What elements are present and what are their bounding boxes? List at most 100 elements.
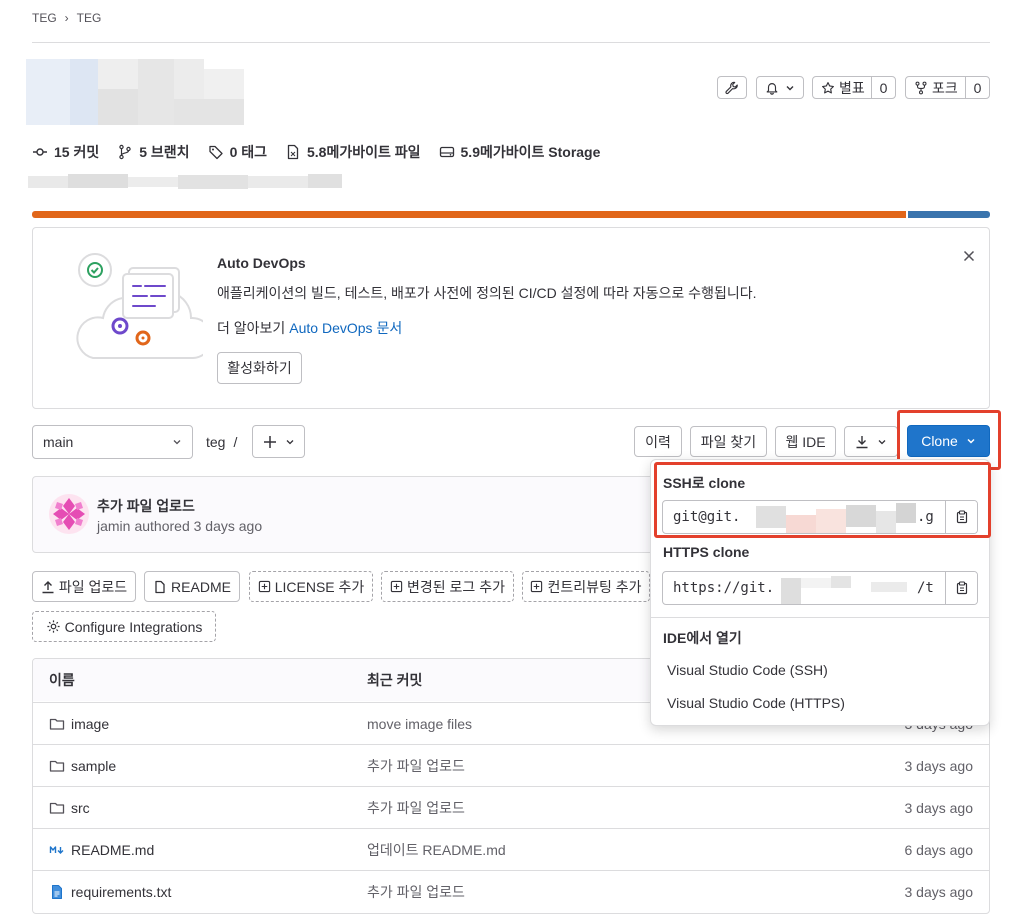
commit-title[interactable]: 추가 파일 업로드	[97, 496, 195, 516]
file-name[interactable]: sample	[71, 758, 116, 774]
table-row[interactable]: README.md 업데이트 README.md 6 days ago	[33, 828, 989, 870]
close-banner-button[interactable]	[961, 248, 977, 264]
commit-author[interactable]: jamin	[97, 518, 130, 534]
table-row[interactable]: requirements.txt 추가 파일 업로드 3 days ago	[33, 870, 989, 912]
branches-stat[interactable]: 5 브랜치	[117, 142, 190, 162]
ssh-url-start: git@git.	[673, 509, 741, 525]
commit-time: authored 3 days ago	[134, 518, 263, 534]
open-vscode-ssh[interactable]: Visual Studio Code (SSH)	[667, 662, 828, 678]
tag-icon	[208, 144, 224, 160]
tags-stat[interactable]: 0 태그	[208, 142, 267, 162]
copy-ssh-button[interactable]	[945, 501, 977, 533]
file-icon	[285, 144, 301, 160]
web-ide-button[interactable]: 웹 IDE	[775, 426, 836, 457]
file-name[interactable]: requirements.txt	[71, 884, 171, 900]
ssh-url-field[interactable]: git@git. .g	[662, 500, 978, 534]
upload-label: 파일 업로드	[58, 578, 128, 595]
plus-square-icon	[258, 580, 271, 593]
file-icon	[153, 580, 167, 594]
clipboard-icon	[955, 510, 969, 524]
language-bar	[32, 211, 990, 218]
breadcrumb-item-group[interactable]: TEG	[32, 11, 57, 25]
file-commit-message[interactable]: 업데이트 README.md	[367, 840, 506, 860]
file-commit-time: 3 days ago	[904, 757, 974, 774]
path-root[interactable]: teg	[206, 434, 225, 450]
changelog-label: 변경된 로그 추가	[407, 578, 505, 595]
bell-icon	[765, 81, 779, 95]
folder-icon	[49, 716, 65, 732]
license-label: LICENSE 추가	[274, 578, 365, 595]
breadcrumb: TEG › TEG	[32, 11, 101, 25]
readme-label: README	[171, 578, 231, 595]
file-commit-message[interactable]: 추가 파일 업로드	[367, 756, 465, 776]
devops-docs-link[interactable]: Auto DevOps 문서	[289, 318, 402, 338]
clone-button[interactable]: Clone	[907, 425, 990, 457]
https-url-field[interactable]: https://git. /t	[662, 571, 978, 605]
breadcrumb-item-project[interactable]: TEG	[77, 11, 102, 25]
text-file-icon	[49, 884, 65, 900]
notification-dropdown[interactable]	[756, 76, 804, 99]
breadcrumb-separator: ›	[64, 11, 69, 25]
upload-file-button[interactable]: 파일 업로드	[32, 571, 136, 602]
download-dropdown[interactable]	[844, 426, 898, 457]
fork-label: 포크	[932, 79, 958, 96]
find-file-button[interactable]: 파일 찾기	[690, 426, 767, 457]
files-stat[interactable]: 5.8메가바이트 파일	[285, 142, 421, 162]
table-row[interactable]: src 추가 파일 업로드 3 days ago	[33, 786, 989, 828]
chevron-down-icon	[877, 437, 887, 447]
chevron-down-icon	[785, 83, 795, 93]
clone-label: Clone	[921, 433, 958, 449]
header-name: 이름	[49, 672, 75, 688]
file-name[interactable]: src	[71, 800, 90, 816]
settings-button[interactable]	[717, 76, 747, 99]
folder-icon	[49, 758, 65, 774]
add-changelog-button[interactable]: 변경된 로그 추가	[381, 571, 514, 602]
file-commit-message[interactable]: 추가 파일 업로드	[367, 798, 465, 818]
devops-illustration	[73, 248, 203, 368]
last-commit-card: 추가 파일 업로드 jamin authored 3 days ago	[32, 476, 672, 553]
redacted-project-title	[26, 59, 244, 125]
devops-learn-more: 더 알아보기 Auto DevOps 문서	[217, 318, 402, 338]
configure-label: Configure Integrations	[64, 618, 203, 635]
storage-stat[interactable]: 5.9메가바이트 Storage	[439, 142, 600, 162]
chevron-down-icon	[966, 436, 976, 446]
fork-button[interactable]: 포크 0	[905, 76, 990, 99]
download-icon	[855, 435, 869, 449]
language-bar-secondary	[907, 211, 990, 218]
open-in-ide-title: IDE에서 열기	[663, 630, 742, 646]
contributing-label: 컨트리뷰팅 추가	[547, 578, 642, 595]
plus-square-icon	[530, 580, 543, 593]
table-row[interactable]: sample 추가 파일 업로드 3 days ago	[33, 744, 989, 786]
commits-stat[interactable]: 15 커밋	[32, 142, 99, 162]
add-contributing-button[interactable]: 컨트리뷰팅 추가	[522, 571, 650, 602]
file-name[interactable]: image	[71, 716, 109, 732]
redacted-ssh-url	[756, 501, 916, 533]
star-count: 0	[871, 77, 895, 98]
file-commit-time: 6 days ago	[904, 841, 974, 858]
path-separator: /	[233, 434, 238, 450]
file-commit-message[interactable]: move image files	[367, 716, 472, 732]
add-to-tree-dropdown[interactable]	[252, 425, 305, 458]
history-button[interactable]: 이력	[634, 426, 682, 457]
plus-icon	[263, 435, 277, 449]
readme-button[interactable]: README	[144, 571, 240, 602]
close-icon	[961, 248, 977, 264]
branch-selector[interactable]: main	[32, 425, 193, 459]
wrench-icon	[725, 81, 739, 95]
chevron-down-icon	[172, 437, 182, 447]
enable-devops-button[interactable]: 활성화하기	[217, 352, 302, 384]
star-button[interactable]: 별표 0	[812, 76, 896, 99]
upload-icon	[41, 580, 55, 594]
open-vscode-https[interactable]: Visual Studio Code (HTTPS)	[667, 695, 845, 711]
commits-label: 15 커밋	[54, 144, 100, 160]
file-name[interactable]: README.md	[71, 842, 154, 858]
configure-integrations-button[interactable]: Configure Integrations	[32, 611, 216, 642]
copy-https-button[interactable]	[945, 572, 977, 604]
file-commit-message[interactable]: 추가 파일 업로드	[367, 882, 465, 902]
add-license-button[interactable]: LICENSE 추가	[249, 571, 373, 602]
star-label: 별표	[839, 79, 865, 96]
author-avatar[interactable]	[49, 494, 89, 534]
auto-devops-banner: Auto DevOps 애플리케이션의 빌드, 테스트, 배포가 사전에 정의된…	[32, 227, 990, 409]
language-bar-primary	[32, 211, 906, 218]
star-icon	[821, 81, 835, 95]
